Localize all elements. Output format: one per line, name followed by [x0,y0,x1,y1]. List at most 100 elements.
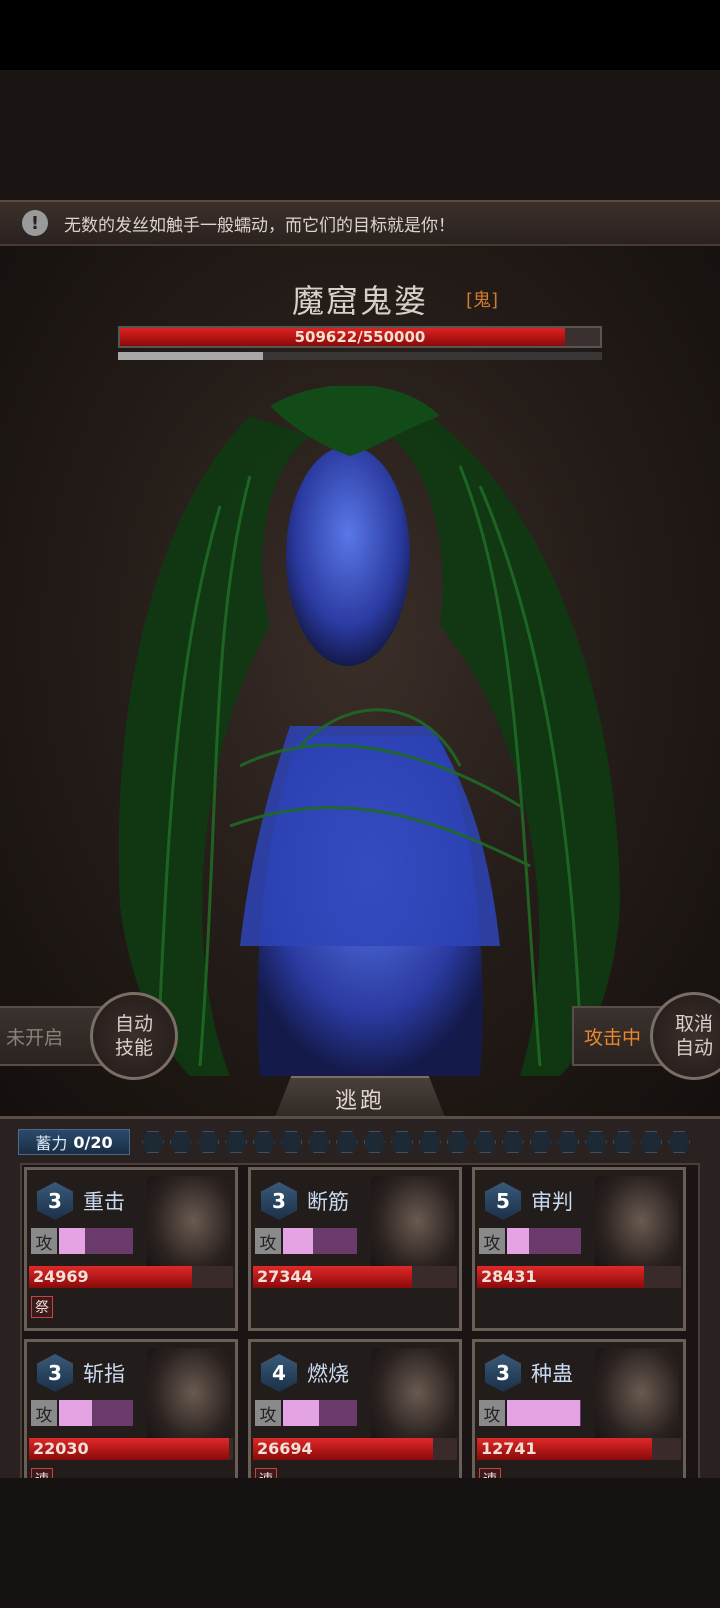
attack-bar-fill [59,1228,85,1254]
charge-orb [308,1131,331,1153]
level-badge: 3 [261,1182,297,1220]
attack-bar-fill [507,1400,580,1426]
skill-name: 断筋 [307,1190,349,1214]
charge-orb [225,1131,248,1153]
charge-orb [501,1131,524,1153]
hp-value: 28431 [481,1267,537,1286]
message-bar: ! 无数的发丝如触手一般蠕动，而它们的目标就是你！ [0,200,720,246]
boss-hp-bar: 509622/550000 [118,326,602,348]
attack-tag: 攻 [255,1400,281,1426]
cancel-auto-label-line1: 取消 [674,1013,713,1035]
skill-name: 审判 [531,1190,573,1214]
charge-orb [252,1131,275,1153]
skill-name: 重击 [83,1190,125,1214]
boss-sub-fill [118,352,264,360]
status-badge: 速 [31,1468,53,1478]
charge-orb [668,1131,691,1153]
hp-value: 12741 [481,1439,537,1458]
charge-orb [363,1131,386,1153]
charge-orb [197,1131,220,1153]
boss-name: 魔窟鬼婆 [291,282,428,320]
level-badge: 5 [485,1182,521,1220]
level-badge: 3 [485,1354,521,1392]
attack-bar [59,1228,133,1254]
hp-value: 27344 [257,1267,313,1286]
status-badge: 速 [479,1468,501,1478]
warning-icon: ! [22,210,48,236]
cancel-auto-label-line2: 自动 [674,1037,713,1059]
auto-skill-button[interactable]: 自动 技能 [90,992,178,1080]
charge-orb [529,1131,552,1153]
level-badge: 4 [261,1354,297,1392]
party-card[interactable]: 3 断筋 攻 27344 [248,1167,462,1331]
charge-orb [446,1131,469,1153]
auto-skill-label-line1: 自动 [114,1013,153,1035]
attack-bar [283,1400,357,1426]
battle-arena: 魔窟鬼婆 [鬼] 509622/550000 未开启 自动 技能 攻击中 取消 … [0,246,720,1120]
boss-type-tag: [鬼] [466,290,499,311]
attack-bar-fill [283,1400,319,1426]
hp-value: 26694 [257,1439,313,1458]
game-screen: ! 无数的发丝如触手一般蠕动，而它们的目标就是你！ 魔窟鬼婆 [鬼] 50962… [0,70,720,1478]
skill-name: 种蛊 [531,1362,573,1386]
attack-bar [59,1400,133,1426]
character-portrait [147,1348,231,1448]
charge-orb [585,1131,607,1153]
skill-name: 斩指 [83,1362,125,1386]
charge-orb [169,1131,192,1153]
attack-tag: 攻 [479,1228,505,1254]
attack-bar-fill [507,1228,530,1254]
charge-orb [335,1131,358,1153]
character-portrait [147,1176,231,1276]
party-card[interactable]: 3 斩指 攻 22030 速 [24,1339,238,1478]
attack-bar-fill [283,1228,313,1254]
charge-orb [418,1131,441,1153]
level-badge: 3 [37,1182,73,1220]
charge-orb [474,1131,497,1153]
status-badge: 速 [255,1468,277,1478]
boss-hp-text: 509622/550000 [294,328,426,346]
character-portrait [371,1348,455,1448]
charge-orbs [142,1131,696,1153]
boss-sub-bar [118,352,602,360]
attack-bar-fill [59,1400,93,1426]
charge-title: 蓄力 [35,1134,68,1153]
character-portrait [595,1348,679,1448]
charge-orb [640,1131,663,1153]
auto-skill-label-line2: 技能 [114,1037,153,1059]
navigation-bar [0,1478,720,1608]
status-bar [0,0,720,70]
character-portrait [595,1176,679,1276]
message-text: 无数的发丝如触手一般蠕动，而它们的目标就是你！ [64,215,455,236]
attack-bar [507,1400,581,1426]
level-badge: 3 [37,1354,73,1392]
flee-button[interactable]: 逃跑 [274,1076,446,1120]
charge-orb [391,1131,414,1153]
boss-header: 魔窟鬼婆 [鬼] [0,276,720,322]
charge-orb [142,1131,164,1153]
party-card[interactable]: 3 种蛊 攻 12741 速 [472,1339,686,1478]
attack-tag: 攻 [255,1228,281,1254]
party-cards: 3 重击 攻 24969 祭 3 断筋 攻 27344 5 审判 攻 28431… [20,1163,700,1478]
attack-tag: 攻 [31,1228,57,1254]
attack-tag: 攻 [31,1400,57,1426]
attack-bar [507,1228,581,1254]
skill-name: 燃烧 [307,1362,349,1386]
charge-orb [557,1131,580,1153]
boss-portrait[interactable] [100,386,640,1076]
party-card[interactable]: 3 重击 攻 24969 祭 [24,1167,238,1331]
party-card[interactable]: 4 燃烧 攻 26694 速 [248,1339,462,1478]
charge-orb [280,1131,303,1153]
charge-row: 蓄力 0/20 [18,1127,702,1157]
attack-bar [283,1228,357,1254]
charge-orb [612,1131,635,1153]
party-panel: 蓄力 0/20 3 重击 攻 24969 祭 3 断筋 攻 27344 5 审判… [0,1116,720,1478]
charge-label: 蓄力 0/20 [18,1129,130,1155]
hp-value: 22030 [33,1439,89,1458]
attack-tag: 攻 [479,1400,505,1426]
charge-value: 0/20 [73,1132,113,1152]
character-portrait [371,1176,455,1276]
party-card[interactable]: 5 审判 攻 28431 [472,1167,686,1331]
status-badge: 祭 [31,1296,53,1318]
hp-value: 24969 [33,1267,89,1286]
